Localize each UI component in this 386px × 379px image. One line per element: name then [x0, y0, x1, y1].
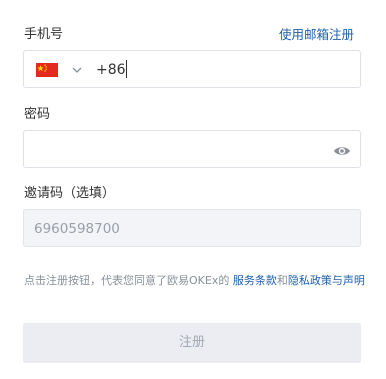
- chevron-down-icon[interactable]: [70, 62, 84, 76]
- terms-prefix: 点击注册按钮，代表您同意了欧易OKEx的: [24, 274, 233, 287]
- invite-code-value: 6960598700: [34, 221, 120, 237]
- invite-code-field[interactable]: 6960598700: [23, 209, 361, 247]
- terms-text: 点击注册按钮，代表您同意了欧易OKEx的 服务条款和隐私政策与声明: [24, 272, 366, 289]
- text-cursor: [126, 60, 127, 78]
- register-button[interactable]: 注册: [23, 323, 361, 363]
- privacy-policy-link[interactable]: 隐私政策与声明: [288, 274, 365, 287]
- service-terms-link[interactable]: 服务条款: [233, 274, 277, 287]
- phone-label: 手机号: [24, 27, 64, 42]
- eye-icon[interactable]: [333, 143, 351, 157]
- china-flag-icon[interactable]: [36, 63, 58, 77]
- invite-code-label: 邀请码（选填）: [24, 186, 116, 201]
- phone-input-group[interactable]: +86: [23, 50, 361, 88]
- country-code: +86: [96, 62, 126, 78]
- terms-and: 和: [276, 274, 288, 287]
- password-field[interactable]: [23, 130, 361, 168]
- password-label: 密码: [24, 107, 51, 122]
- register-with-email-link[interactable]: 使用邮箱注册: [279, 27, 354, 43]
